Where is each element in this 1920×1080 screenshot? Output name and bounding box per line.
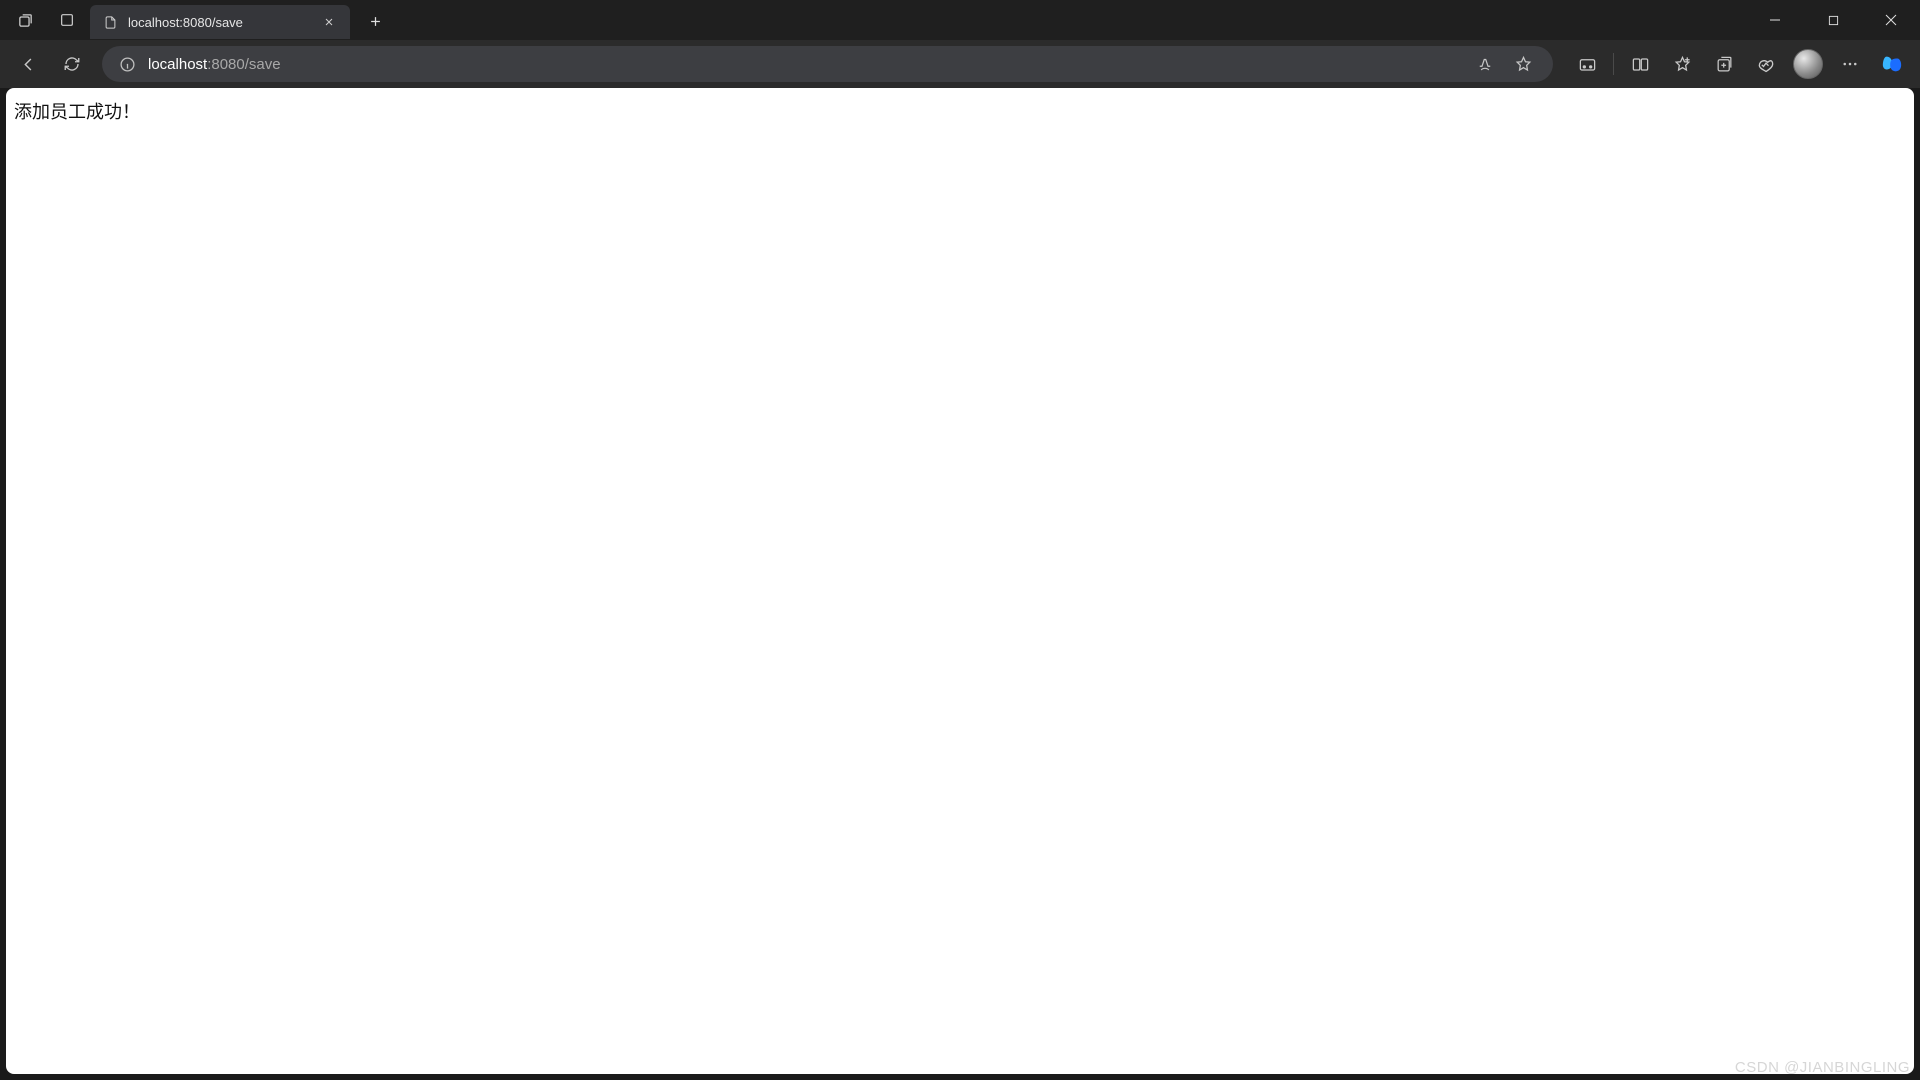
window-controls	[1746, 0, 1920, 40]
address-url: localhost:8080/save	[148, 56, 1459, 73]
profile-button[interactable]	[1788, 46, 1828, 82]
tab-title: localhost:8080/save	[128, 15, 308, 30]
screenshot-icon[interactable]	[1567, 46, 1607, 82]
close-window-button[interactable]	[1862, 0, 1920, 40]
site-info-icon[interactable]	[116, 53, 138, 75]
avatar	[1793, 49, 1823, 79]
url-rest: :8080/save	[207, 56, 280, 73]
toolbar-separator	[1613, 53, 1614, 75]
toolbar-right	[1567, 46, 1912, 82]
address-bar[interactable]: localhost:8080/save	[102, 46, 1553, 82]
more-icon[interactable]	[1830, 46, 1870, 82]
addr-actions	[1469, 48, 1539, 80]
read-aloud-icon[interactable]	[1469, 48, 1501, 80]
favorites-icon[interactable]	[1662, 46, 1702, 82]
url-host: localhost	[148, 56, 207, 73]
success-message: 添加员工成功！	[14, 102, 140, 122]
titlebar: localhost:8080/save	[0, 0, 1920, 40]
page-viewport[interactable]: 添加员工成功！	[6, 88, 1914, 1074]
workspaces-icon[interactable]	[50, 3, 84, 37]
performance-icon[interactable]	[1746, 46, 1786, 82]
toolbar: localhost:8080/save	[0, 40, 1920, 88]
new-tab-button[interactable]	[358, 5, 392, 39]
favorite-icon[interactable]	[1507, 48, 1539, 80]
refresh-button[interactable]	[52, 46, 92, 82]
collections-icon[interactable]	[1704, 46, 1744, 82]
tab-close-button[interactable]	[318, 11, 340, 33]
page-content: 添加员工成功！	[6, 88, 1914, 134]
split-screen-icon[interactable]	[1620, 46, 1660, 82]
maximize-button[interactable]	[1804, 0, 1862, 40]
browser-tab[interactable]: localhost:8080/save	[90, 5, 350, 39]
back-button[interactable]	[8, 46, 48, 82]
file-icon	[102, 14, 118, 30]
titlebar-left	[0, 3, 84, 37]
tab-actions-icon[interactable]	[8, 3, 42, 37]
minimize-button[interactable]	[1746, 0, 1804, 40]
copilot-icon[interactable]	[1872, 46, 1912, 82]
